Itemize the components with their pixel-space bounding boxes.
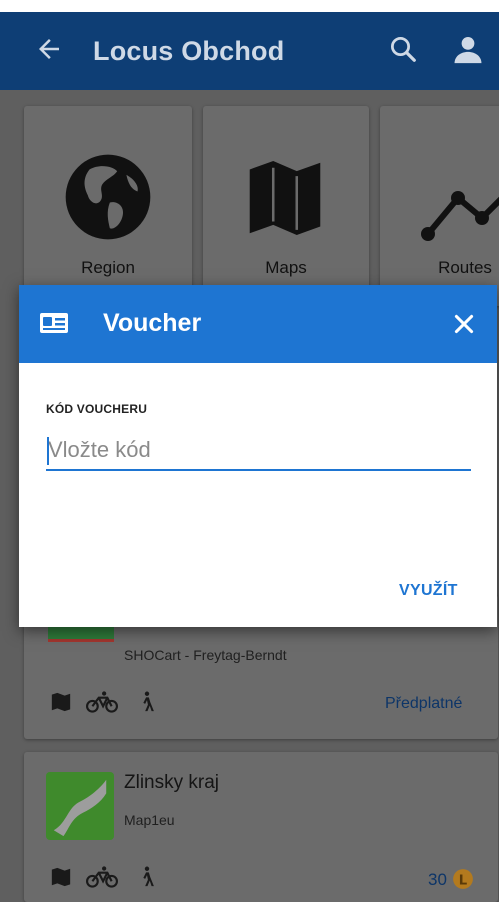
map-icon [51,692,71,712]
app-bar: Locus Obchod [0,12,499,90]
locus-coin-icon: L [453,869,473,889]
price-label[interactable]: 30 [428,870,447,890]
voucher-icon [40,313,68,333]
close-icon[interactable] [451,311,477,337]
status-bar [0,0,499,12]
subscription-link[interactable]: Předplatné [385,695,462,713]
item-subtitle: Map1eu [124,812,175,828]
search-icon[interactable] [388,34,418,64]
hiking-icon [143,866,154,887]
arrow-left-icon[interactable] [34,34,64,64]
voucher-dialog: Voucher KÓD VOUCHERU VYUŽÍT [19,285,497,627]
map1eu-logo [46,772,114,840]
account-icon[interactable] [450,32,486,66]
item-subtitle: SHOCart - Freytag-Berndt [124,647,287,663]
voucher-code-label: KÓD VOUCHERU [46,402,148,416]
category-card-maps[interactable]: Maps [203,106,369,306]
category-label: Region [81,258,135,277]
category-label: Maps [265,258,307,277]
list-item[interactable]: Zlinsky kraj Map1eu 30 L [24,752,498,902]
dialog-title: Voucher [103,309,202,337]
route-icon [421,191,499,241]
category-label: Routes [438,258,492,277]
map-icon [51,867,71,887]
item-title: Zlinsky kraj [124,772,220,793]
voucher-code-input[interactable] [46,431,471,471]
dialog-header: Voucher [19,285,497,363]
redeem-button[interactable]: VYUŽÍT [399,582,458,600]
bicycle-icon [86,866,118,888]
category-card-region[interactable]: Region [24,106,192,306]
category-card-routes[interactable]: Routes [380,106,499,306]
svg-text:L: L [459,874,468,889]
map-icon [249,161,321,235]
page-title: Locus Obchod [93,36,285,66]
hiking-icon [143,691,154,712]
bicycle-icon [86,691,118,713]
text-cursor [47,437,49,465]
item-thumbnail-stripe [48,639,114,642]
globe-icon [65,154,151,240]
